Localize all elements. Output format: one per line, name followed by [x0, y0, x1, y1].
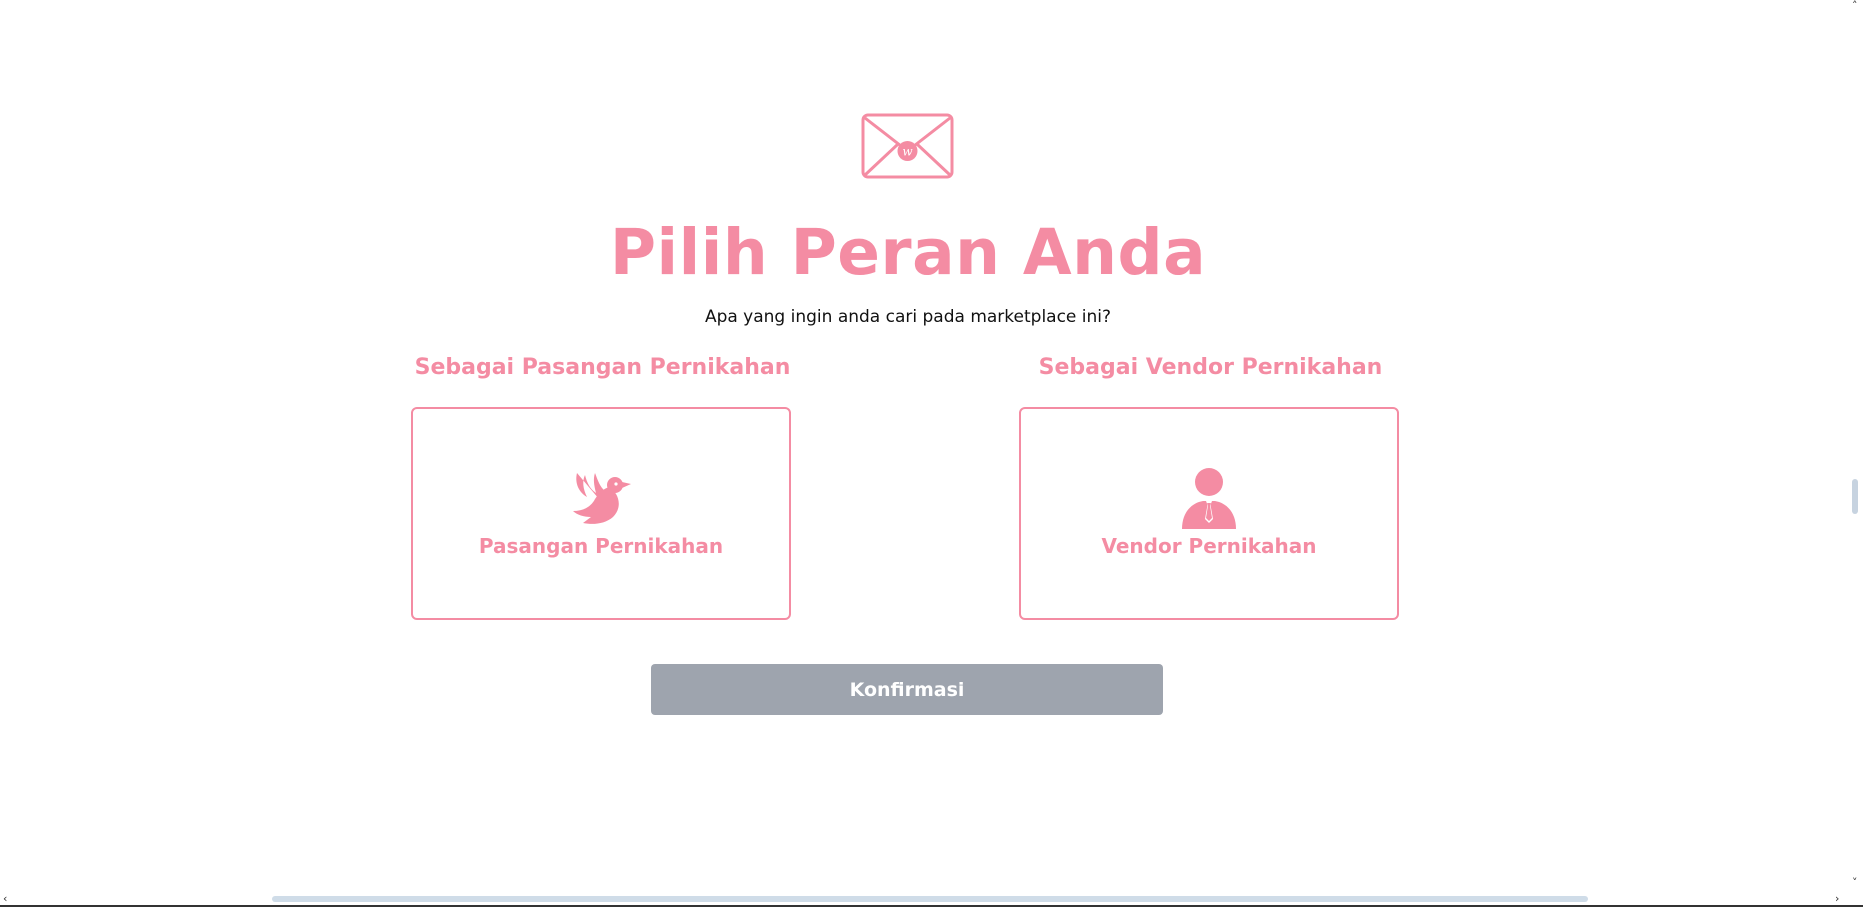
- dove-icon: [573, 473, 631, 524]
- vertical-scrollbar-thumb[interactable]: [1852, 479, 1858, 514]
- couple-role-card[interactable]: Pasangan Pernikahan: [411, 407, 791, 620]
- horizontal-scrollbar-thumb[interactable]: [272, 896, 1588, 902]
- scroll-down-arrow-icon[interactable]: ˅: [1852, 877, 1858, 889]
- scroll-right-arrow-icon[interactable]: ›: [1835, 893, 1839, 905]
- logo-monogram: w: [902, 145, 913, 159]
- businessman-icon: [1182, 468, 1236, 529]
- envelope-icon: w: [861, 113, 954, 179]
- couple-role-label: Pasangan Pernikahan: [478, 534, 724, 558]
- page-subtitle: Apa yang ingin anda cari pada marketplac…: [704, 307, 1112, 327]
- vendor-role-label: Vendor Pernikahan: [1101, 534, 1317, 558]
- role-selection-page: w Pilih Peran Anda Apa yang ingin anda c…: [0, 0, 1863, 907]
- scroll-left-arrow-icon[interactable]: ‹: [3, 893, 7, 905]
- vendor-role-card[interactable]: Vendor Pernikahan: [1019, 407, 1399, 620]
- page-title: Pilih Peran Anda: [609, 216, 1207, 289]
- couple-section-label: Sebagai Pasangan Pernikahan: [414, 355, 791, 380]
- vendor-section-label: Sebagai Vendor Pernikahan: [1038, 355, 1383, 380]
- confirm-button[interactable]: Konfirmasi: [651, 664, 1163, 715]
- scroll-up-arrow-icon[interactable]: ˄: [1852, 0, 1858, 12]
